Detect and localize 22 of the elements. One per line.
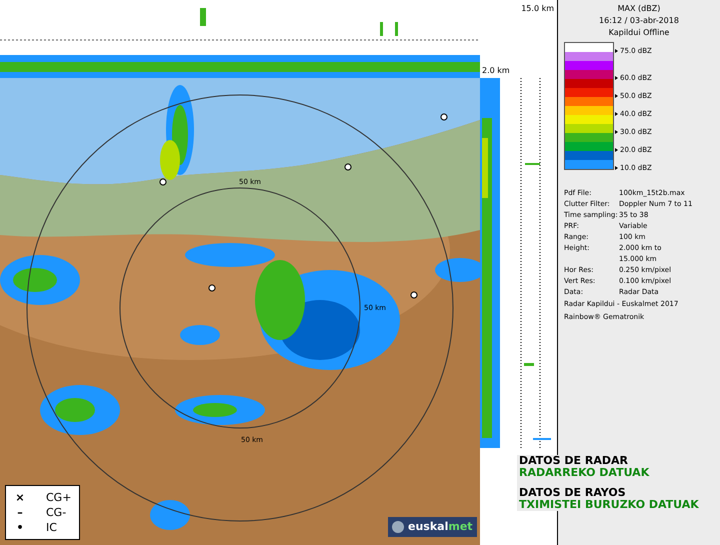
tick-icon — [615, 49, 618, 53]
lightning-symbol: • — [15, 520, 25, 535]
height-label: 15.0 km — [521, 3, 554, 15]
tick-icon — [615, 94, 618, 98]
logo-text: euskalmet — [408, 518, 473, 534]
lightning-label: CG- — [46, 505, 66, 520]
lightning-symbol: × — [14, 490, 26, 505]
lightning-symbol: – — [16, 505, 24, 520]
data-link[interactable]: DATOS DE RADAR RADARREKO DATUAK — [519, 455, 699, 479]
tick-icon — [615, 76, 618, 80]
lightning-label: CG+ — [46, 490, 72, 505]
lightning-label: IC — [46, 520, 57, 535]
legend-time: 16:12 / 03-abr-2018 — [598, 15, 680, 27]
tick-icon — [615, 112, 618, 116]
height-label: 2.0 km — [482, 65, 510, 77]
tick-icon — [615, 166, 618, 170]
tick-icon — [615, 130, 618, 134]
data-link[interactable]: DATOS DE RAYOS TXIMISTEI BURUZKO DATUAK — [519, 487, 699, 511]
legend-station: Kapildui Offline — [608, 27, 670, 39]
tick-icon — [615, 148, 618, 152]
legend-title: MAX (dBZ) — [616, 3, 662, 15]
globe-icon — [392, 520, 404, 533]
